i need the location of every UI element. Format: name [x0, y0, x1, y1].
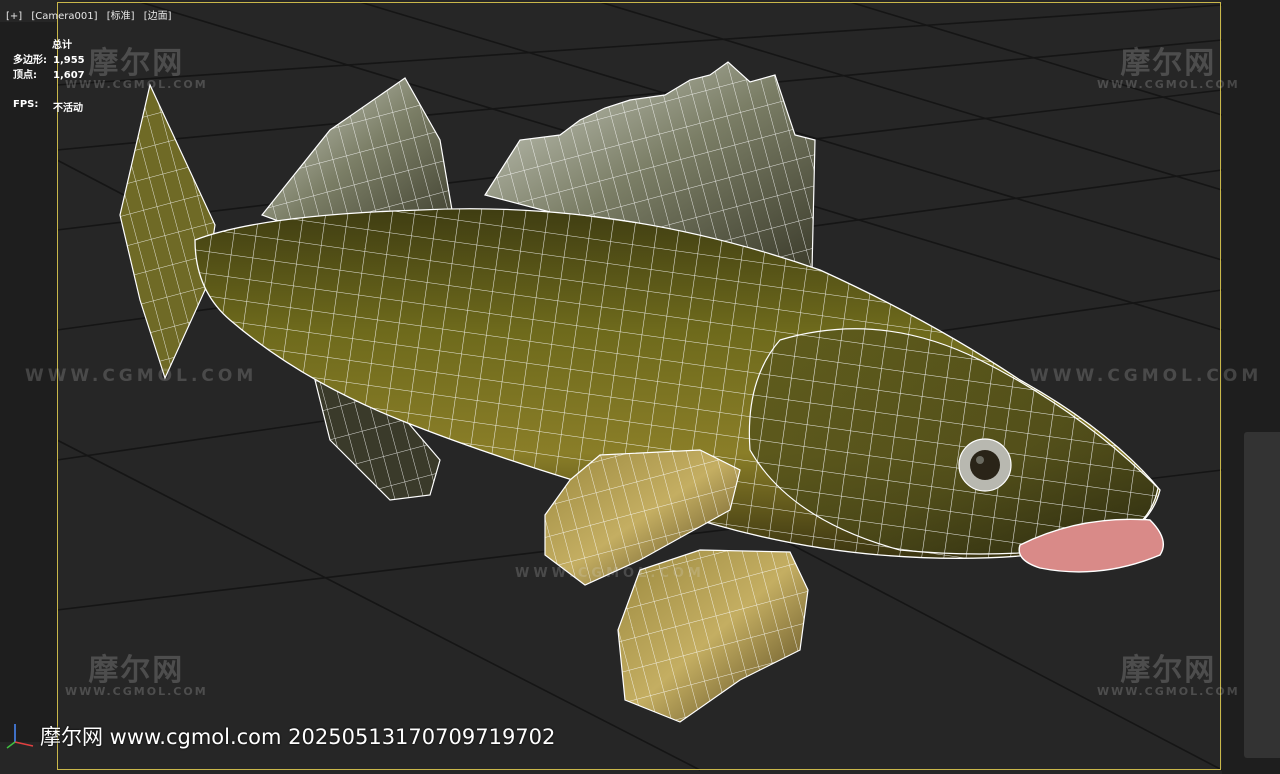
viewport-scene [56, 1, 1223, 771]
viewport-menu-plus[interactable]: [+] [6, 11, 22, 22]
viewport-label-menu: [+] [Camera001] [标准] [边面] [6, 7, 178, 22]
fps-label: FPS: [13, 99, 39, 110]
polygons-value: 1,955 [53, 55, 85, 66]
viewport-menu-display[interactable]: [边面] [144, 11, 172, 22]
fps-readout: FPS: 不活动 [13, 99, 83, 114]
vertices-value: 1,607 [53, 70, 85, 81]
viewport-left-strip [0, 22, 57, 742]
vertices-label: 顶点: [13, 70, 37, 81]
polygons-label: 多边形: [13, 55, 47, 66]
side-panel-tab[interactable] [1244, 432, 1280, 758]
site-caption: 摩尔网 www.cgmol.com 20250513170709719702 [40, 725, 556, 749]
viewport-menu-camera[interactable]: [Camera001] [31, 11, 97, 22]
3d-viewport[interactable]: [+] [Camera001] [标准] [边面] 总计 多边形: 1,955 … [0, 0, 1280, 774]
viewport-menu-shading[interactable]: [标准] [107, 11, 135, 22]
stats-title: 总计 [52, 40, 72, 51]
axis-gizmo-icon [6, 724, 34, 749]
scene-statistics: 总计 多边形: 1,955 顶点: 1,607 [13, 38, 85, 83]
fps-value: 不活动 [53, 103, 83, 114]
